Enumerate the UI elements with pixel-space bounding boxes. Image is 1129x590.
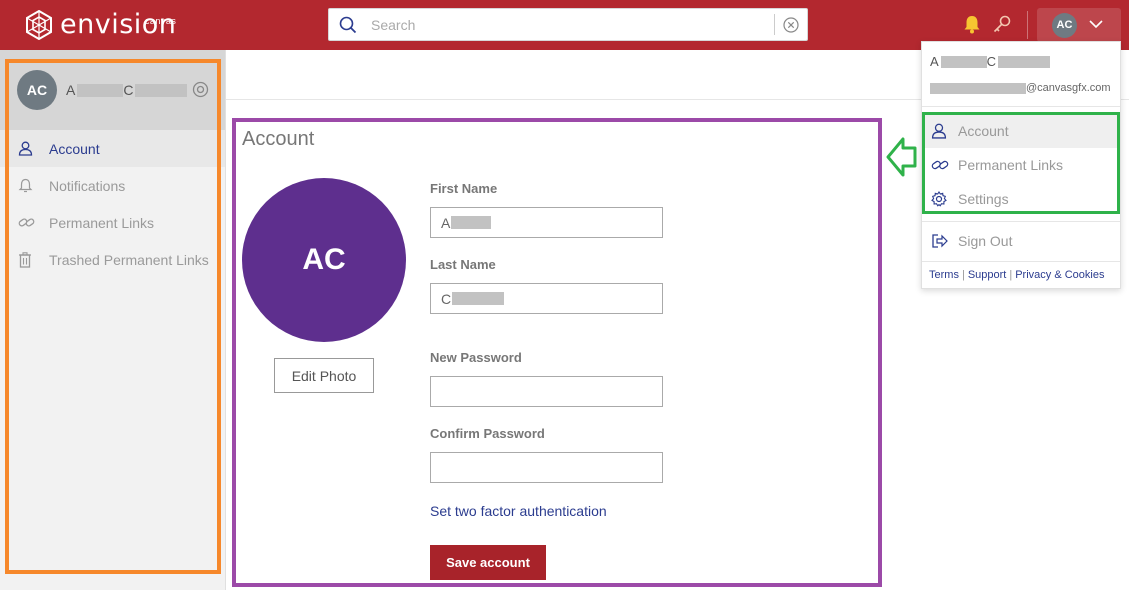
- dropdown-item-account[interactable]: Account: [922, 114, 1120, 148]
- sidebar-item-permanent-links[interactable]: Permanent Links: [0, 204, 225, 241]
- confirm-password-field[interactable]: [430, 452, 663, 483]
- save-account-button[interactable]: Save account: [430, 545, 546, 580]
- dropdown-item-sign-out[interactable]: Sign Out: [922, 224, 1120, 258]
- clear-search-icon[interactable]: [783, 17, 799, 33]
- notifications-bell-icon[interactable]: [963, 15, 981, 34]
- last-name-initial: C: [123, 82, 134, 98]
- redacted-text: [930, 82, 1026, 94]
- link-icon: [18, 218, 35, 227]
- user-icon: [18, 141, 33, 156]
- dropdown-item-label: Account: [958, 123, 1009, 139]
- dropdown-footer-links: Terms | Support | Privacy & Cookies: [929, 269, 1105, 281]
- sidebar-item-label: Notifications: [49, 178, 126, 194]
- key-icon[interactable]: [992, 14, 1012, 34]
- sidebar-item-label: Account: [49, 141, 100, 157]
- terms-link[interactable]: Terms: [929, 269, 959, 281]
- dropdown-item-label: Settings: [958, 191, 1009, 207]
- sidebar-item-account[interactable]: Account: [0, 130, 225, 167]
- sidebar-item-notifications[interactable]: Notifications: [0, 167, 225, 204]
- last-name-value: C: [441, 290, 452, 307]
- chevron-down-icon: [1089, 20, 1103, 29]
- search-icon: [339, 16, 357, 34]
- sidebar-user-name: A C: [66, 82, 188, 98]
- avatar: AC: [1052, 13, 1077, 38]
- redacted-text: [451, 216, 492, 229]
- logo-subtext: canvas: [144, 16, 177, 26]
- dropdown-item-label: Sign Out: [958, 233, 1013, 249]
- redacted-text: [135, 83, 188, 97]
- divider: [922, 106, 1120, 107]
- last-name-field[interactable]: C: [430, 283, 663, 314]
- new-password-field[interactable]: [430, 376, 663, 407]
- first-name-value: A: [441, 214, 451, 231]
- trash-icon: [19, 252, 31, 268]
- logo-mark-icon: [26, 10, 52, 40]
- divider: [922, 221, 1120, 222]
- redacted-text: [998, 55, 1051, 68]
- first-name-initial: A: [66, 82, 76, 98]
- sidebar-nav: Account Notifications Permanent Links Tr…: [0, 130, 225, 278]
- redacted-text: [77, 83, 124, 97]
- dropdown-user-email: @canvasgfx.com: [930, 82, 1111, 94]
- dropdown-item-permanent-links[interactable]: Permanent Links: [922, 148, 1120, 182]
- page-title: Account: [242, 128, 315, 150]
- sidebar-user-card: AC A C: [0, 50, 225, 130]
- link-icon: [931, 160, 949, 170]
- first-name-field[interactable]: A: [430, 207, 663, 238]
- search-input[interactable]: [371, 14, 791, 36]
- search-divider: [774, 14, 775, 35]
- logo-wordmark: envision canvas: [60, 8, 176, 42]
- user-icon: [931, 123, 947, 139]
- new-password-label: New Password: [430, 350, 522, 365]
- divider: [922, 261, 1120, 262]
- confirm-password-label: Confirm Password: [430, 426, 545, 441]
- last-name-initial: C: [986, 54, 997, 69]
- envision-logo[interactable]: envision canvas: [24, 8, 176, 42]
- last-name-label: Last Name: [430, 257, 496, 272]
- dropdown-item-label: Permanent Links: [958, 157, 1064, 173]
- user-menu-button[interactable]: AC: [1037, 8, 1121, 42]
- sign-out-icon: [932, 234, 948, 248]
- sidebar-item-label: Permanent Links: [49, 215, 155, 231]
- sidebar-item-label: Trashed Permanent Links: [49, 252, 209, 268]
- two-factor-link[interactable]: Set two factor authentication: [430, 503, 607, 519]
- redacted-text: [452, 292, 505, 305]
- email-domain: @canvasgfx.com: [1026, 82, 1111, 94]
- first-name-initial: A: [930, 54, 939, 69]
- dropdown-item-settings[interactable]: Settings: [922, 182, 1120, 216]
- sidebar-item-trashed-permanent-links[interactable]: Trashed Permanent Links: [0, 241, 225, 278]
- user-dropdown-menu: A C @canvasgfx.com Account Permanent Lin…: [921, 41, 1121, 289]
- target-icon[interactable]: [192, 81, 209, 98]
- redacted-text: [940, 55, 987, 68]
- privacy-cookies-link[interactable]: Privacy & Cookies: [1015, 269, 1104, 281]
- sidebar: AC A C Account Notifications Permanent L…: [0, 50, 226, 590]
- topbar-divider: [1027, 11, 1028, 39]
- gear-icon: [931, 191, 947, 207]
- dropdown-user-name: A C: [930, 54, 1051, 69]
- edit-photo-button[interactable]: Edit Photo: [274, 358, 374, 393]
- support-link[interactable]: Support: [968, 269, 1007, 281]
- profile-photo: AC: [242, 178, 406, 342]
- bell-icon: [18, 178, 33, 193]
- avatar: AC: [17, 70, 57, 110]
- first-name-label: First Name: [430, 181, 498, 196]
- search-bar: [328, 8, 808, 41]
- arrow-left-icon: [886, 137, 917, 177]
